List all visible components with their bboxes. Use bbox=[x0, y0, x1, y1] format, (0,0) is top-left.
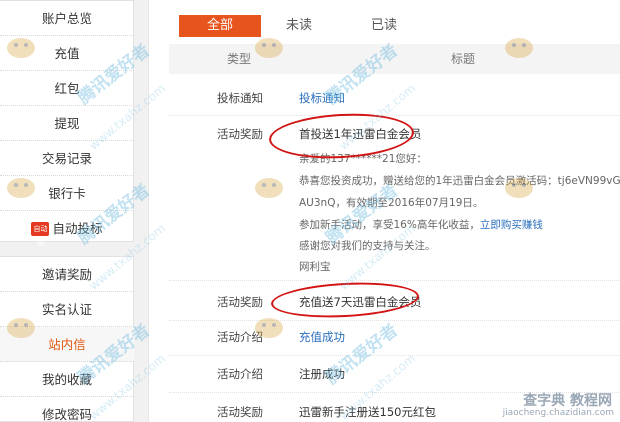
sidebar-item-withdraw[interactable]: 提现 bbox=[0, 106, 134, 141]
row-type: 投标通知 bbox=[217, 91, 263, 105]
column-header-type: 类型 bbox=[227, 52, 252, 66]
message-greeting: 亲爱的137******21您好： bbox=[299, 153, 427, 165]
row-type: 活动奖励 bbox=[217, 405, 263, 419]
sidebar-item-inbox[interactable]: 站内信 bbox=[0, 327, 134, 362]
sidebar-item-recharge[interactable]: 充值 bbox=[0, 36, 134, 71]
table-header: 类型 标题 bbox=[169, 44, 620, 74]
row-title[interactable]: 注册成功 bbox=[299, 366, 345, 382]
sidebar-item-change-password[interactable]: 修改密码 bbox=[0, 397, 134, 422]
auto-bid-icon: 自动投 bbox=[31, 221, 50, 247]
row-title[interactable]: 迅雷新手注册送150元红包 bbox=[299, 404, 436, 420]
tab-read[interactable]: 已读 bbox=[354, 15, 414, 37]
sidebar-item-transactions[interactable]: 交易记录 bbox=[0, 141, 134, 176]
message-body-line: 参加新手活动，享受16%高年化收益，立即购买赚钱 bbox=[299, 217, 543, 232]
row-title-link[interactable]: 投标通知 bbox=[299, 90, 345, 106]
row-title[interactable]: 充值送7天迅雷白金会员 bbox=[299, 294, 421, 310]
row-divider bbox=[169, 280, 620, 281]
sidebar-panel-account: 账户总览 充值 红包 提现 交易记录 银行卡 自动投自动投标 bbox=[0, 0, 134, 247]
message-body-line: 感谢您对我们的支持与关注。 bbox=[299, 240, 436, 252]
row-divider bbox=[169, 392, 620, 393]
sidebar-item-label: 自动投标 bbox=[52, 221, 103, 236]
row-title[interactable]: 首投送1年迅雷白金会员 bbox=[299, 126, 421, 142]
message-signature: 网利宝 bbox=[299, 261, 331, 273]
inbox-main: 全部 未读 已读 类型 标题 投标通知 投标通知 活动奖励 首投送1年迅雷白金会… bbox=[148, 0, 620, 422]
sidebar: 账户总览 充值 红包 提现 交易记录 银行卡 自动投自动投标 邀请奖励 实名认证… bbox=[0, 0, 134, 422]
sidebar-item-bank-card[interactable]: 银行卡 bbox=[0, 176, 134, 211]
row-title-link[interactable]: 充值成功 bbox=[299, 329, 345, 345]
sidebar-item-invite-reward[interactable]: 邀请奖励 bbox=[0, 257, 134, 292]
row-type: 活动介绍 bbox=[217, 330, 263, 344]
message-tabs: 全部 未读 已读 bbox=[149, 0, 620, 44]
row-type: 活动奖励 bbox=[217, 127, 263, 141]
sidebar-item-account-overview[interactable]: 账户总览 bbox=[0, 1, 134, 36]
row-type: 活动奖励 bbox=[217, 295, 263, 309]
sidebar-item-favorites[interactable]: 我的收藏 bbox=[0, 362, 134, 397]
buy-now-link[interactable]: 立即购买赚钱 bbox=[480, 219, 543, 231]
promo-text: 参加新手活动，享受16%高年化收益， bbox=[299, 219, 480, 231]
tab-all[interactable]: 全部 bbox=[179, 15, 261, 37]
row-type: 活动介绍 bbox=[217, 367, 263, 381]
sidebar-item-auto-bid[interactable]: 自动投自动投标 bbox=[0, 211, 134, 247]
row-divider bbox=[169, 355, 620, 356]
row-divider bbox=[169, 320, 620, 321]
column-header-title: 标题 bbox=[451, 52, 476, 66]
row-divider bbox=[169, 115, 620, 116]
sidebar-item-real-name[interactable]: 实名认证 bbox=[0, 292, 134, 327]
sidebar-item-red-packet[interactable]: 红包 bbox=[0, 71, 134, 106]
message-body-line: 恭喜您投资成功，赠送给您的1年迅雷白金会员激活码：tj6eVN99vGl bbox=[299, 175, 620, 187]
tab-unread[interactable]: 未读 bbox=[269, 15, 329, 37]
sidebar-panel-settings: 邀请奖励 实名认证 站内信 我的收藏 修改密码 bbox=[0, 256, 134, 422]
message-body-line: AU3nQ，有效期至2016年07月19日。 bbox=[299, 197, 484, 209]
